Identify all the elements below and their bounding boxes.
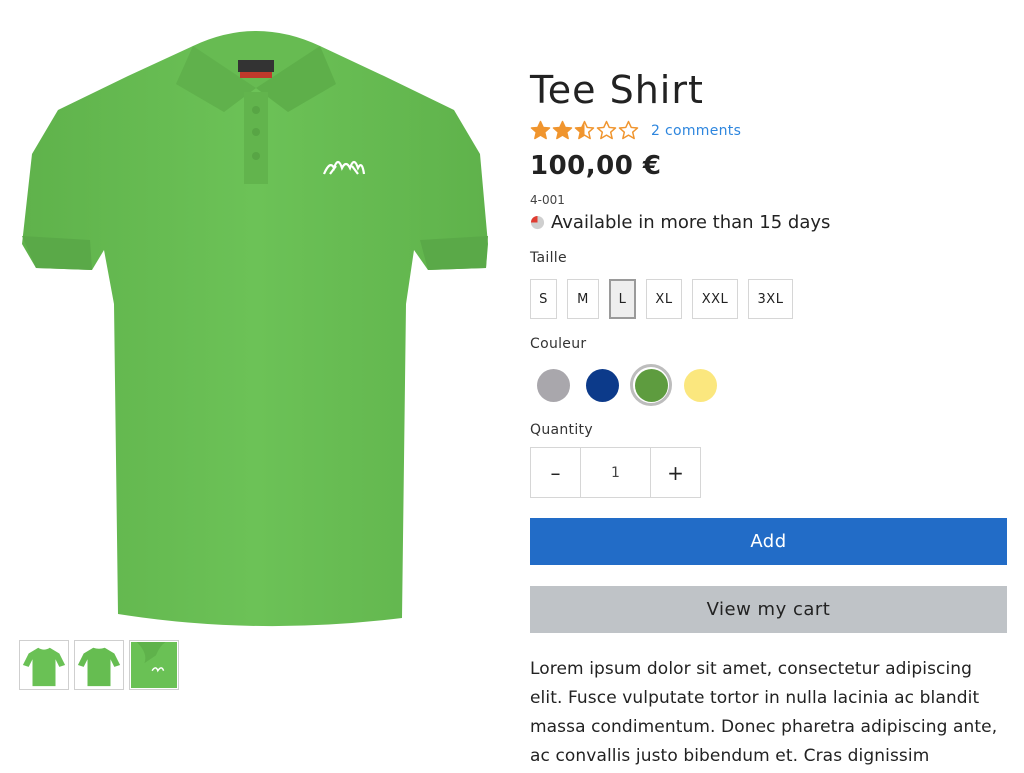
color-swatch-dot — [536, 368, 570, 402]
color-swatch-2[interactable] — [581, 364, 623, 406]
color-options — [532, 364, 728, 406]
color-swatch-4[interactable] — [679, 364, 721, 406]
size-option-s[interactable]: S — [530, 279, 557, 319]
size-options: S M L XL XXL 3XL — [530, 279, 793, 319]
star-empty-icon[interactable] — [618, 120, 639, 141]
size-option-l[interactable]: L — [609, 279, 636, 319]
comments-link[interactable]: 2 comments — [651, 123, 741, 139]
product-main-image[interactable] — [18, 14, 494, 636]
rating-stars[interactable] — [530, 120, 639, 141]
color-swatch-dot — [683, 368, 717, 402]
product-gallery — [0, 0, 510, 773]
star-empty-icon[interactable] — [596, 120, 617, 141]
color-swatch-1[interactable] — [532, 364, 574, 406]
product-price: 100,00 € — [530, 151, 662, 181]
product-sku: 4-001 — [530, 193, 565, 207]
view-cart-button[interactable]: View my cart — [530, 586, 1007, 633]
color-swatch-dot — [585, 368, 619, 402]
availability-text: Available in more than 15 days — [551, 212, 831, 233]
product-title: Tee Shirt — [530, 68, 704, 112]
quantity-increment-button[interactable]: + — [650, 448, 700, 497]
product-description: Lorem ipsum dolor sit amet, consectetur … — [530, 659, 998, 766]
star-full-icon[interactable] — [552, 120, 573, 141]
thumbnail-front[interactable] — [19, 640, 69, 690]
color-swatch-3[interactable] — [630, 364, 672, 406]
thumbnail-detail[interactable] — [129, 640, 179, 690]
color-swatch-dot — [634, 368, 668, 402]
color-label: Couleur — [530, 336, 587, 352]
product-rating: 2 comments — [530, 120, 741, 141]
availability-pie-icon — [530, 215, 545, 230]
size-option-m[interactable]: M — [567, 279, 599, 319]
thumbnail-back[interactable] — [74, 640, 124, 690]
star-full-icon[interactable] — [530, 120, 551, 141]
size-label: Taille — [530, 250, 567, 266]
thumbnail-strip — [19, 640, 179, 690]
quantity-decrement-button[interactable]: – — [531, 448, 581, 497]
add-to-cart-button[interactable]: Add — [530, 518, 1007, 565]
size-option-xl[interactable]: XL — [646, 279, 682, 319]
quantity-label: Quantity — [530, 422, 593, 438]
star-half-icon[interactable] — [574, 120, 595, 141]
size-option-3xl[interactable]: 3XL — [748, 279, 793, 319]
size-option-xxl[interactable]: XXL — [692, 279, 738, 319]
quantity-stepper: – + — [530, 447, 701, 498]
quantity-input[interactable] — [581, 448, 650, 497]
availability-status: Available in more than 15 days — [530, 212, 830, 233]
